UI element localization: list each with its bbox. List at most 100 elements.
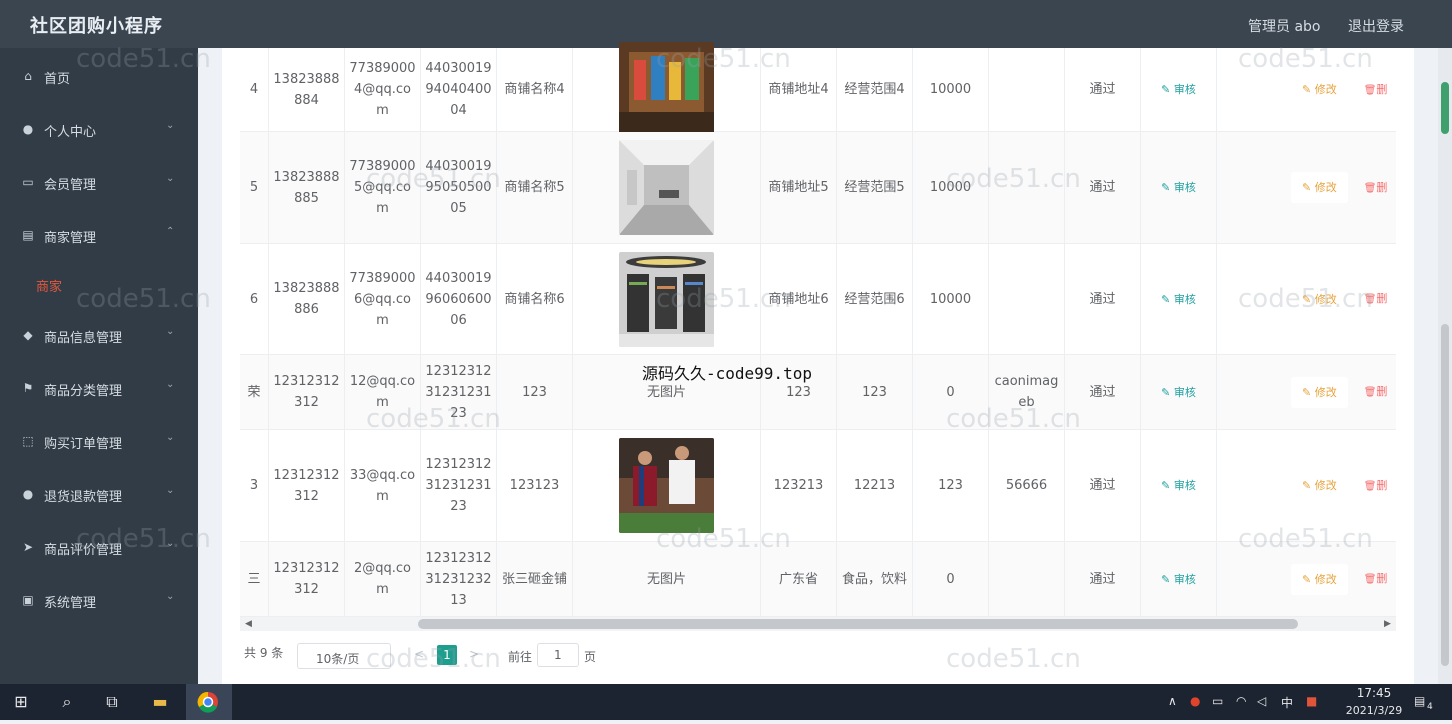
ime-indicator[interactable]: 中 [1281,694,1293,711]
sidebar-subitem-merchant[interactable]: 商家 [0,264,198,304]
cell-idcard: 123123123123123213 [421,542,497,616]
cell-phone: 12312312312 [269,430,345,541]
edit-button[interactable]: ✎ 修改 [1291,470,1348,501]
edit-pen-icon: ✎ [1161,385,1174,399]
page-number-1[interactable]: 1 [437,645,457,665]
edit-pen-icon: ✎ [1161,83,1174,96]
volume-icon[interactable]: ◁ [1257,694,1266,708]
shop-value: 张三砸金铺 [501,571,567,587]
delete-button[interactable]: 🗑删 [1364,381,1388,403]
cell-addr: 商铺地址4 [761,48,837,131]
notification-icon[interactable]: ▤ [1414,694,1425,708]
delete-button[interactable]: 🗑删 [1364,475,1388,497]
delete-button[interactable]: 🗑删 [1364,177,1388,199]
table-row: 4 13823888884 773890004@qq.com 440300199404… [240,42,1396,137]
sidebar-item-home[interactable]: ⌂ 首页 [0,56,198,96]
review-button[interactable]: ✎ 审核 [1161,177,1196,198]
cell-status: 通过 [1065,430,1141,541]
cell-amount: 10000 [913,132,989,243]
sidebar-item-profile[interactable]: ● 个人中心 ⌄ [0,109,198,149]
goto-page-input[interactable]: 1 [537,643,579,667]
cell-email: 12@qq.com [345,355,421,429]
windows-start-icon[interactable]: ⊞ [9,690,33,714]
sidebar-item-system[interactable]: ▣ 系统管理 ⌄ [0,580,198,620]
sidebar-item-refunds[interactable]: ● 退货退款管理 ⌄ [0,474,198,514]
next-page-button[interactable]: > [469,647,479,671]
cell-amount: 0 [913,355,989,429]
scroll-right-arrow-icon[interactable]: ▶ [1384,617,1391,631]
cabinet-icon: ▣ [22,593,34,607]
edit-button[interactable]: ✎ 修改 [1291,74,1348,105]
phone-value: 12312312312 [273,374,340,410]
sidebar-item-merchants[interactable]: ▤ 商家管理 ⌃ [0,215,198,255]
prev-page-button[interactable]: < [414,647,424,671]
delete-label: 删 [1376,180,1388,194]
sidebar-item-orders[interactable]: ⬚ 购买订单管理 ⌄ [0,421,198,461]
cell-email: 33@qq.com [345,430,421,541]
delete-button[interactable]: 🗑删 [1364,288,1388,310]
goto-page-value: 1 [554,648,562,662]
cell-id: 5 [240,132,269,243]
sidebar-item-reviews[interactable]: ➤ 商品评价管理 ⌄ [0,527,198,567]
horizontal-scrollbar[interactable]: ◀ ▶ [240,617,1396,631]
cell-status: 通过 [1065,355,1141,429]
shop-value: 商铺名称6 [504,291,565,307]
sidebar-item-label: 商品分类管理 [44,384,123,399]
page-size-select[interactable]: 10条/页 [297,643,391,669]
cell-actions: ✎ 修改 🗑删 [1217,48,1396,131]
chevron-down-icon: ⌄ [166,379,175,390]
review-button[interactable]: ✎ 审核 [1161,289,1196,310]
tray-device-icon[interactable]: ▭ [1212,694,1223,708]
delete-button[interactable]: 🗑删 [1364,79,1388,101]
sidebar-item-product-category[interactable]: ⚑ 商品分类管理 ⌄ [0,368,198,408]
scroll-left-arrow-icon[interactable]: ◀ [245,617,252,631]
user-icon: ● [22,487,34,501]
edit-button[interactable]: ✎ 修改 [1291,283,1348,315]
logout-link[interactable]: 退出登录 [1348,16,1404,36]
table-row: 三 12312312312 2@qq.com 123123123123123213 张三… [240,542,1396,617]
wifi-icon[interactable]: ◠ [1236,694,1246,708]
chrome-taskbar-item[interactable] [186,684,232,720]
cell-reply: 56666 [989,430,1065,541]
scope-value: 123 [862,384,887,400]
cell-shop: 商铺名称5 [497,132,573,243]
vertical-scroll-thumb[interactable] [1441,324,1449,666]
input-method-icon[interactable]: ■ [1306,694,1317,708]
edit-button[interactable]: ✎ 修改 [1291,172,1348,203]
sidebar-item-product-info[interactable]: ◆ 商品信息管理 ⌄ [0,315,198,355]
email-value: 12@qq.com [349,374,416,410]
sidebar-item-members[interactable]: ▭ 会员管理 ⌄ [0,162,198,202]
edit-button[interactable]: ✎ 修改 [1291,563,1348,595]
delete-button[interactable]: 🗑删 [1364,568,1388,590]
horizontal-scroll-thumb[interactable] [418,619,1298,629]
review-button[interactable]: ✎ 审核 [1161,382,1196,403]
vertical-scrollbar[interactable] [1438,48,1452,684]
file-explorer-icon[interactable]: ▬ [148,690,172,714]
admin-label: 管理员 abo [1248,19,1321,35]
email-value: 773890004@qq.com [349,61,416,118]
cell-actions: ✎ 修改 🗑删 [1217,244,1396,354]
cell-actions: ✎ 修改 🗑删 [1217,132,1396,243]
review-button[interactable]: ✎ 审核 [1161,79,1196,100]
cell-email: 773890006@qq.com [345,244,421,354]
cell-scope: 123 [837,355,913,429]
tray-expand-icon[interactable]: ∧ [1168,694,1177,708]
sidebar-item-label: 个人中心 [44,125,97,140]
email-value: 2@qq.com [353,561,411,597]
cell-shop: 123123 [497,430,573,541]
cell-shop-image [573,132,761,243]
edit-pen-icon: ✎ [1302,479,1315,492]
shop-value: 商铺名称5 [504,180,565,195]
search-icon[interactable]: ⌕ [55,690,79,714]
cell-id: 荣 [240,355,269,429]
phone-value: 13823888886 [273,281,340,317]
delete-label: 删 [1376,385,1388,398]
tray-app-icon[interactable]: ● [1190,694,1200,708]
cell-email: 773890004@qq.com [345,48,421,131]
task-view-icon[interactable]: ⧉ [100,690,124,714]
shop-value: 商铺名称4 [504,82,565,97]
review-button[interactable]: ✎ 审核 [1161,569,1196,590]
clock-time: 17:45 [1356,686,1392,700]
edit-button[interactable]: ✎ 修改 [1291,376,1348,408]
review-button[interactable]: ✎ 审核 [1161,475,1196,496]
